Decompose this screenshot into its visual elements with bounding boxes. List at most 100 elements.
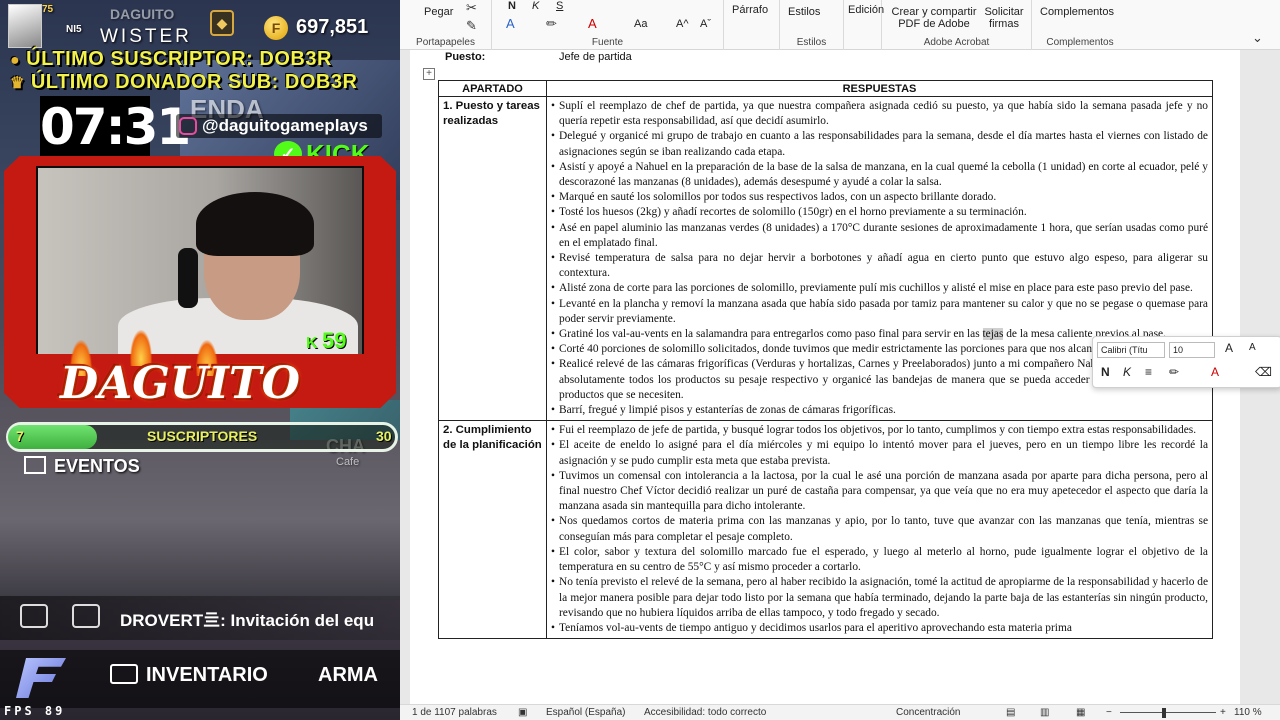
mini-size-select[interactable]: 10 xyxy=(1169,342,1215,358)
section-answers[interactable]: Fui el reemplazo de jefe de partida, y b… xyxy=(546,420,1213,640)
web-layout-icon[interactable]: ▦ xyxy=(1076,707,1085,718)
bullet-item: Tosté los huesos (2kg) y añadí recortes … xyxy=(551,205,1208,220)
clipboard-label: Portapapeles xyxy=(416,37,475,48)
coin-count: 697,851 xyxy=(296,16,369,38)
column-header-apartado: APARTADO xyxy=(438,80,547,97)
zoom-in-icon[interactable]: + xyxy=(1220,707,1226,718)
inventory-button[interactable]: INVENTARIO xyxy=(110,664,268,687)
format-painter-icon[interactable]: ✎ xyxy=(466,18,477,34)
instagram-handle: @daguitogameplays xyxy=(176,114,382,138)
create-pdf-button[interactable]: Crear y compartir PDF de Adobe xyxy=(888,6,980,30)
team-icon[interactable] xyxy=(20,604,48,628)
highlight-icon[interactable]: ✏ xyxy=(546,16,557,32)
paragraph-group: Párrafo xyxy=(724,0,780,50)
bullet-item: Revisé temperatura de salsa para no deja… xyxy=(551,251,1208,281)
document-area[interactable]: + Puesto: Jefe de partida APARTADO RESPUE… xyxy=(400,50,1280,704)
sub-label: SUSCRIPTORES xyxy=(147,428,258,444)
sub-current: 7 xyxy=(16,428,24,444)
styles-button[interactable]: Estilos xyxy=(788,6,820,18)
italic-button[interactable]: K xyxy=(532,0,539,12)
bullet-item: Delegué y organicé mi grupo de trabajo e… xyxy=(551,129,1208,159)
addins-group: Complementos Complementos xyxy=(1032,0,1128,50)
grow-font-button[interactable]: A^ xyxy=(676,18,689,30)
chat-message: DROVERT亖: Invitación del equ xyxy=(120,611,375,630)
language-indicator[interactable]: Español (España) xyxy=(546,707,626,718)
bullet-item: Fui el reemplazo de jefe de partida, y b… xyxy=(551,423,1208,438)
mini-align-icon[interactable]: ≡ xyxy=(1145,365,1152,379)
mini-font-select[interactable]: Calibri (Títu xyxy=(1097,342,1165,358)
font-color-icon[interactable]: A xyxy=(588,16,597,31)
styles-label: Estilos xyxy=(796,37,827,48)
inventory-icon xyxy=(110,664,138,684)
streamer-name-plate: DAGUITO xyxy=(60,358,300,409)
selected-word: tejas xyxy=(982,328,1004,341)
bullet-item: Suplí el reemplazo de chef de partida, y… xyxy=(551,99,1208,129)
zoom-slider-thumb[interactable] xyxy=(1162,708,1166,718)
mini-highlight-icon[interactable]: ✏ xyxy=(1169,365,1179,379)
stream-clock: 07:31 xyxy=(40,96,191,158)
stream-overlay: ENDA CHA Cafe 75 NI5 DAGUITO WISTER ◆ F … xyxy=(0,0,400,720)
mini-bold-button[interactable]: N xyxy=(1101,365,1110,379)
zoom-out-icon[interactable]: − xyxy=(1106,707,1112,718)
nis-label: NI5 xyxy=(66,24,82,35)
column-header-respuestas: RESPUESTAS xyxy=(546,80,1213,97)
level-badge: 75 xyxy=(42,4,54,15)
bold-button[interactable]: N xyxy=(508,0,516,12)
events-menu[interactable]: EVENTOS xyxy=(24,456,140,477)
fps-counter: FPS 89 xyxy=(4,704,66,718)
headset xyxy=(178,248,198,308)
mini-shrink-icon[interactable]: A xyxy=(1249,342,1256,353)
bullet-item: Tuvimos un comensal con intolerancia a l… xyxy=(551,469,1208,515)
proofing-icon[interactable]: ▣ xyxy=(518,707,527,718)
adobe-group: Crear y compartir PDF de Adobe Solicitar… xyxy=(882,0,1032,50)
bullet-item: El color, sabor y textura del solomillo … xyxy=(551,545,1208,575)
editing-group: Edición xyxy=(844,0,884,50)
print-layout-icon[interactable]: ▥ xyxy=(1040,707,1049,718)
instagram-icon xyxy=(179,117,197,135)
trophy-icon: ♛ xyxy=(10,75,25,92)
mini-italic-button[interactable]: K xyxy=(1123,365,1131,379)
bullet-item: Nos quedamos cortos de materia prima con… xyxy=(551,514,1208,544)
bullet-item: Alisté zona de corte para las porciones … xyxy=(551,281,1208,296)
zoom-level[interactable]: 110 % xyxy=(1234,707,1262,718)
focus-mode-button[interactable]: Concentración xyxy=(896,707,960,718)
clipboard-group: Pegar ✂ ✎ Portapapeles xyxy=(400,0,492,50)
word-count[interactable]: 1 de 1107 palabras xyxy=(412,707,497,718)
mini-font-color-icon[interactable]: A xyxy=(1211,365,1219,379)
change-case-button[interactable]: Aa xyxy=(634,18,647,30)
accessibility-status[interactable]: Accesibilidad: todo correcto xyxy=(644,707,766,718)
paragraph-button[interactable]: Párrafo xyxy=(732,4,768,16)
chat-icon[interactable] xyxy=(72,604,100,628)
coin-icon: F xyxy=(264,16,288,40)
text-effects-icon[interactable]: A xyxy=(506,16,515,31)
mini-clear-format-icon[interactable]: ⌫ xyxy=(1255,365,1272,379)
last-donor-ticker: ♛ ÚLTIMO DONADOR SUB: DOB3R xyxy=(10,71,358,93)
sub-goal: 30 xyxy=(376,428,392,444)
mini-grow-icon[interactable]: A xyxy=(1225,341,1233,355)
paste-button[interactable]: Pegar xyxy=(424,6,453,18)
addins-button[interactable]: Complementos xyxy=(1040,6,1114,18)
player-name: WISTER xyxy=(100,26,192,47)
section-title: 1. Puesto y tareas realizadas xyxy=(438,95,547,422)
weapon-button[interactable]: ARMA xyxy=(318,664,378,687)
bullet-item: Teníamos vol-au-vents de tiempo antiguo … xyxy=(551,621,1208,636)
zoom-slider[interactable] xyxy=(1120,712,1216,713)
section-title: 2. Cumplimiento de la planificación xyxy=(438,420,547,640)
shrink-font-button[interactable]: Aˇ xyxy=(700,18,711,30)
editing-button[interactable]: Edición xyxy=(848,4,884,16)
read-mode-icon[interactable]: ▤ xyxy=(1006,707,1015,718)
player-header: 75 NI5 DAGUITO WISTER ◆ F 697,851 xyxy=(0,0,400,54)
table-move-handle-icon[interactable]: + xyxy=(423,68,435,80)
screen: ENDA CHA Cafe 75 NI5 DAGUITO WISTER ◆ F … xyxy=(0,0,1280,720)
font-label: Fuente xyxy=(591,37,624,48)
collapse-ribbon-icon[interactable]: ⌄ xyxy=(1252,30,1263,46)
last-subscriber-ticker: ● ÚLTIMO SUSCRIPTOR: DOB3R xyxy=(10,48,332,70)
player-tag: DAGUITO xyxy=(110,6,175,22)
bullet-item: El aceite de eneldo lo asigné para el dí… xyxy=(551,438,1208,468)
webcam-feed xyxy=(38,168,362,354)
request-signatures-button[interactable]: Solicitar firmas xyxy=(980,6,1028,30)
cut-icon[interactable]: ✂ xyxy=(466,0,477,16)
styles-group: Estilos Estilos xyxy=(780,0,844,50)
underline-button[interactable]: S xyxy=(556,0,563,12)
bullet-item: Barrí, fregué y limpié pisos y estanterí… xyxy=(551,403,1208,418)
